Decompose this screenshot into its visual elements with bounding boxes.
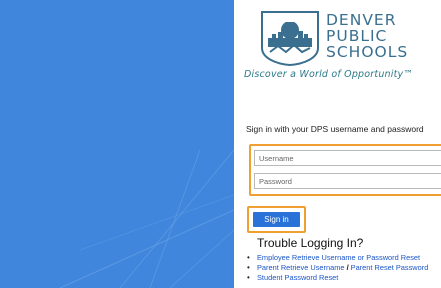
trouble-heading: Trouble Logging In? (257, 236, 364, 250)
help-links-list: Employee Retrieve Username or Password R… (247, 253, 428, 282)
student-password-reset-link[interactable]: Student Password Reset (257, 273, 338, 282)
signin-instructions: Sign in with your DPS username and passw… (246, 124, 424, 134)
background-lines (59, 149, 234, 288)
logo-line-denver: DENVER (326, 11, 397, 29)
background-panel (0, 0, 234, 288)
employee-reset-link[interactable]: Employee Retrieve Username or Password R… (257, 253, 420, 262)
list-item: Student Password Reset (247, 273, 428, 283)
logo-wordmark: DENVER PUBLIC SCHOOLS (326, 12, 436, 60)
logo-line-schools: SCHOOLS (326, 43, 409, 61)
logo-tagline: Discover a World of Opportunity™ (244, 69, 414, 80)
list-item: Parent Retrieve Username / Parent Reset … (247, 263, 428, 273)
parent-reset-password-link[interactable]: Parent Reset Password (351, 263, 429, 272)
logo-line-public: PUBLIC (326, 27, 388, 45)
list-item: Employee Retrieve Username or Password R… (247, 253, 428, 263)
dps-logo: DENVER PUBLIC SCHOOLS (258, 10, 434, 68)
username-input[interactable] (254, 150, 441, 166)
denver-skyline-badge-icon (261, 11, 319, 66)
password-input[interactable] (254, 173, 441, 189)
parent-retrieve-username-link[interactable]: Parent Retrieve Username (257, 263, 345, 272)
signin-button[interactable]: Sign in (253, 212, 300, 227)
